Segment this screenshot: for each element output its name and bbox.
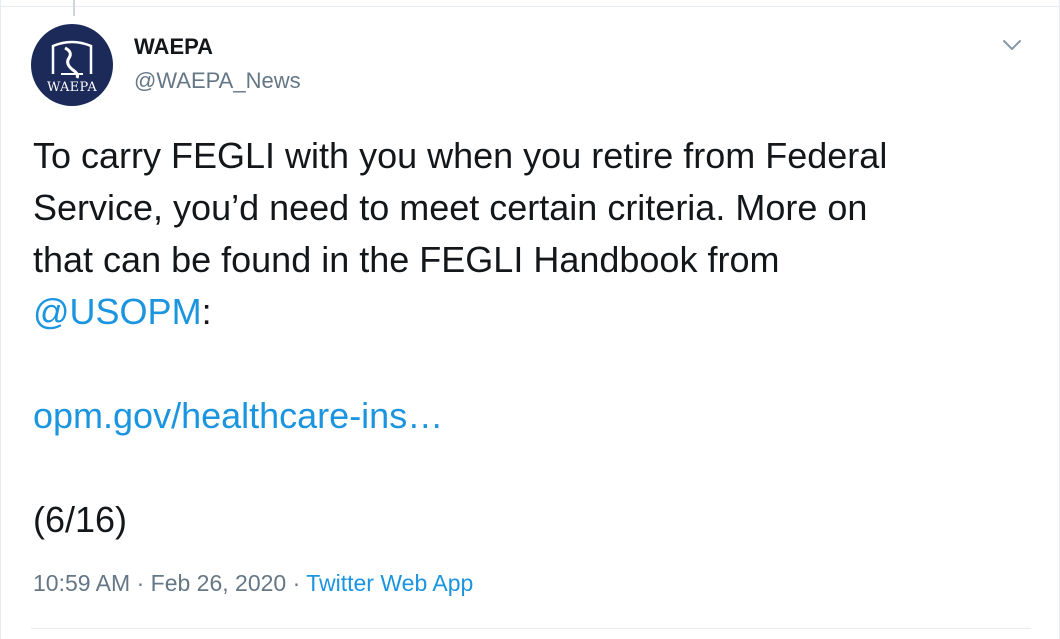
mention-suffix: : (201, 291, 212, 332)
url-line: opm.gov/healthcare-ins… (33, 390, 1023, 442)
tweet-menu-button[interactable] (997, 30, 1027, 60)
tweet-text-line: that can be found in the FEGLI Handbook … (33, 239, 780, 280)
tweet-text-line: Service, you’d need to meet certain crit… (33, 187, 868, 228)
tweet-source-link[interactable]: Twitter Web App (306, 570, 473, 596)
thread-counter: (6/16) (33, 499, 128, 540)
chevron-down-icon (1003, 40, 1021, 50)
url-link[interactable]: opm.gov/healthcare-ins… (33, 395, 443, 436)
author-name[interactable]: WAEPA (134, 34, 213, 60)
tweet-text: To carry FEGLI with you when you retire … (33, 130, 1023, 546)
mention-line: @USOPM: (33, 286, 1023, 338)
tweet-meta: 10:59 AM · Feb 26, 2020 · Twitter Web Ap… (33, 570, 473, 597)
avatar-logo-text: WAEPA (46, 80, 98, 95)
mention-link[interactable]: @USOPM (33, 291, 202, 332)
tweet-date[interactable]: Feb 26, 2020 (151, 570, 287, 596)
tweet-time[interactable]: 10:59 AM (33, 570, 130, 596)
thread-connector-line (73, 0, 75, 16)
meta-separator: · (130, 570, 151, 596)
author-handle[interactable]: @WAEPA_News (134, 68, 301, 94)
bottom-divider (31, 628, 1031, 629)
tweet-text-line: To carry FEGLI with you when you retire … (33, 135, 888, 176)
top-divider (1, 6, 1060, 7)
tweet-card[interactable]: WAEPA WAEPA @WAEPA_News To carry FEGLI w… (0, 0, 1060, 639)
avatar[interactable]: WAEPA (31, 24, 113, 106)
meta-separator: · (286, 570, 307, 596)
